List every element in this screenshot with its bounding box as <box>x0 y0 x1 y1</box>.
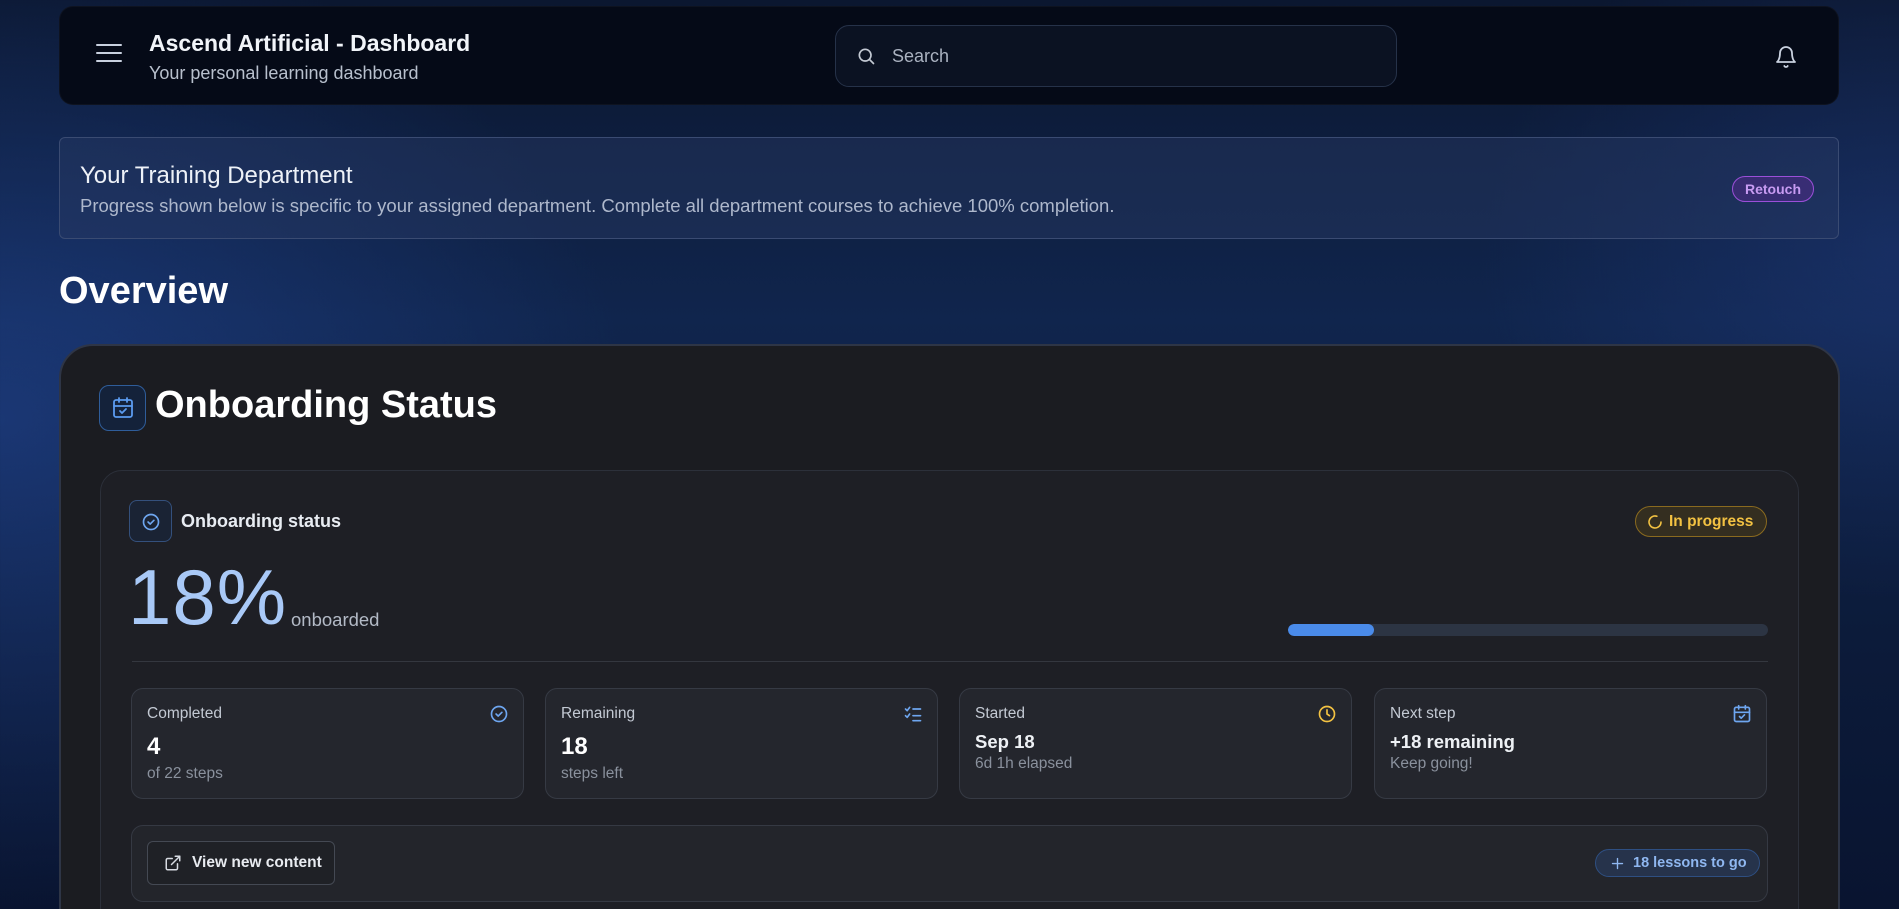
menu-icon[interactable] <box>96 44 122 66</box>
content-actions-bar <box>131 825 1768 902</box>
stat-sub: steps left <box>561 765 624 782</box>
plus-icon <box>1611 857 1624 869</box>
onboarding-status-label: Onboarding status <box>181 511 342 531</box>
card-icon-box <box>99 385 146 431</box>
stat-label: Next step <box>1390 705 1456 722</box>
stat-value: +18 remaining <box>1390 731 1515 752</box>
search-icon <box>858 48 875 65</box>
search-input[interactable] <box>892 40 1372 72</box>
progress-bar-fill <box>1288 624 1375 636</box>
lessons-to-go-badge[interactable]: 18 lessons to go <box>1595 849 1760 877</box>
check-circle-icon <box>142 513 160 531</box>
stat-card-completed: Completed 4 of 22 steps <box>131 688 524 799</box>
percent-value: 18% <box>128 553 288 641</box>
clock-icon <box>1318 705 1336 723</box>
view-new-content-button[interactable]: View new content <box>147 841 335 885</box>
calendar-check-icon <box>1733 704 1751 723</box>
stat-sub: 6d 1h elapsed <box>975 755 1073 772</box>
app-subtitle: Your personal learning dashboard <box>149 63 419 83</box>
app-title: Ascend Artificial - Dashboard <box>149 30 471 56</box>
calendar-check-icon <box>113 397 133 418</box>
department-title: Your Training Department <box>80 162 353 189</box>
stat-card-started: Started Sep 18 6d 1h elapsed <box>959 688 1352 799</box>
status-icon-box <box>129 500 172 542</box>
in-progress-text: In progress <box>1669 512 1754 530</box>
department-description: Progress shown below is specific to your… <box>80 195 1115 216</box>
loader-icon <box>1648 514 1662 529</box>
percent-suffix: onboarded <box>291 609 380 630</box>
check-circle-icon <box>490 705 508 723</box>
divider <box>132 661 1768 662</box>
stat-value: 4 <box>147 733 161 760</box>
view-new-content-label: View new content <box>192 854 322 871</box>
overview-heading: Overview <box>59 270 228 312</box>
lessons-to-go-label: 18 lessons to go <box>1633 855 1747 871</box>
stat-card-remaining: Remaining 18 steps left <box>545 688 938 799</box>
stat-label: Remaining <box>561 705 636 722</box>
list-checks-icon <box>904 706 922 722</box>
external-link-icon <box>165 855 181 871</box>
card-title: Onboarding Status <box>155 384 497 426</box>
stat-sub: of 22 steps <box>147 765 223 782</box>
bell-icon[interactable] <box>1774 44 1798 70</box>
stat-card-next-step: Next step +18 remaining Keep going! <box>1374 688 1767 799</box>
progress-bar <box>1288 624 1768 636</box>
stat-label: Completed <box>147 705 222 722</box>
stat-value: 18 <box>561 733 588 760</box>
department-badge: Retouch <box>1732 176 1814 202</box>
stat-value: Sep 18 <box>975 731 1035 752</box>
stat-label: Started <box>975 705 1025 722</box>
in-progress-badge: In progress <box>1635 506 1768 537</box>
stat-sub: Keep going! <box>1390 755 1473 772</box>
